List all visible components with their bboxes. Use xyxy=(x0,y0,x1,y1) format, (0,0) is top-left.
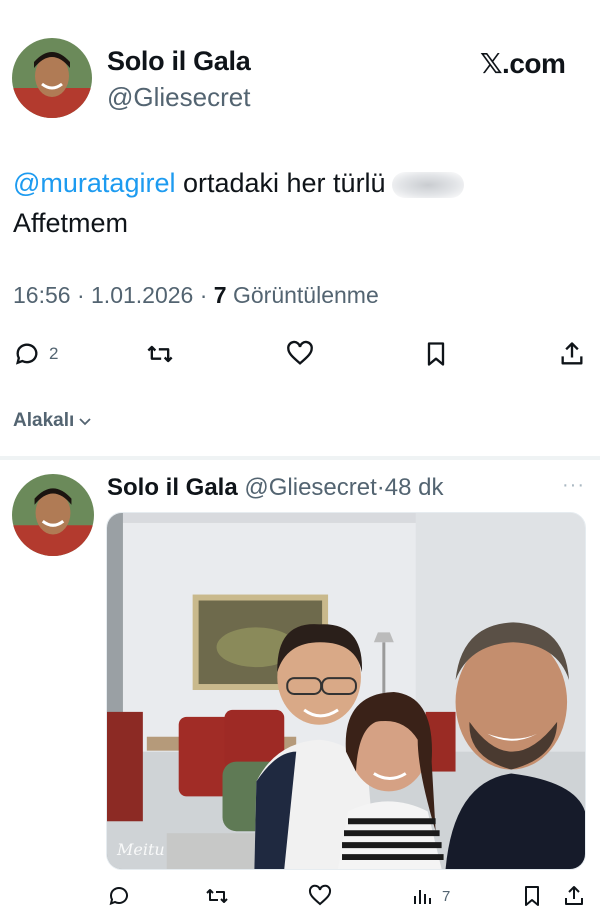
more-options-button[interactable]: ··· xyxy=(562,474,585,497)
user-handle[interactable]: @Gliesecret xyxy=(107,82,250,113)
share-icon xyxy=(561,342,583,365)
chevron-down-icon xyxy=(79,418,91,426)
family-photo-image xyxy=(107,513,585,869)
bookmark-icon xyxy=(525,886,539,906)
x-logo: 𝕏.com xyxy=(480,48,566,79)
reply-button[interactable]: 2 xyxy=(13,340,58,368)
reply-tweet[interactable]: Solo il Gala @Gliesecret·48 dk ··· Meitu… xyxy=(0,460,600,920)
tweet-date[interactable]: 1.01.2026 xyxy=(91,282,193,308)
tweet-time[interactable]: 16:56 xyxy=(13,282,71,308)
retweet-button[interactable] xyxy=(205,884,229,908)
views-count: 7 xyxy=(442,887,451,905)
tweet-meta: 16:56 · 1.01.2026 · 7 Görüntülenme xyxy=(13,282,379,308)
speech-bubble-icon xyxy=(15,343,38,365)
tweet-text-line2: Affetmem xyxy=(13,208,129,238)
views-count: 7 xyxy=(213,282,227,308)
watermark: Meitu xyxy=(117,840,165,859)
retweet-icon xyxy=(206,889,228,903)
related-dropdown[interactable]: Alakalı xyxy=(13,410,93,432)
retweet-icon xyxy=(147,345,173,363)
tweet-age[interactable]: 48 dk xyxy=(385,474,444,501)
heart-icon xyxy=(308,884,332,906)
tweet-text: @muratagirel ortadaki her türlü Affetmem xyxy=(13,163,583,243)
share-button[interactable] xyxy=(558,340,586,368)
tweet-photo[interactable]: Meitu xyxy=(106,512,586,870)
bar-chart-icon xyxy=(414,890,431,904)
avatar[interactable] xyxy=(12,38,92,118)
display-name[interactable]: Solo il Gala xyxy=(107,474,238,501)
user-handle[interactable]: @Gliesecret xyxy=(244,474,376,501)
reply-header: Solo il Gala @Gliesecret·48 dk xyxy=(107,474,444,501)
speech-bubble-icon xyxy=(109,887,128,906)
reply-count: 2 xyxy=(49,344,59,363)
avatar[interactable] xyxy=(12,474,94,556)
bookmark-button[interactable] xyxy=(422,340,450,368)
reply-button[interactable] xyxy=(107,884,131,908)
share-icon xyxy=(565,886,583,905)
bookmark-button[interactable] xyxy=(520,884,544,908)
blurred-word xyxy=(391,171,464,198)
views-button[interactable]: 7 xyxy=(410,884,450,908)
tweet-text-line1: ortadaki her türlü xyxy=(175,168,386,198)
retweet-button[interactable] xyxy=(146,340,174,368)
like-button[interactable] xyxy=(308,884,332,908)
like-button[interactable] xyxy=(286,340,314,368)
share-button[interactable] xyxy=(562,884,586,908)
mention-link[interactable]: @muratagirel xyxy=(13,168,175,198)
related-label: Alakalı xyxy=(13,410,75,431)
views-label: Görüntülenme xyxy=(232,282,379,308)
tweet-actions: 2 xyxy=(0,335,600,375)
display-name[interactable]: Solo il Gala xyxy=(107,46,251,77)
reply-actions: 7 xyxy=(0,882,600,912)
bookmark-icon xyxy=(427,342,445,366)
heart-icon xyxy=(287,340,313,365)
main-tweet: Solo il Gala @Gliesecret 𝕏.com @muratagi… xyxy=(0,0,600,455)
